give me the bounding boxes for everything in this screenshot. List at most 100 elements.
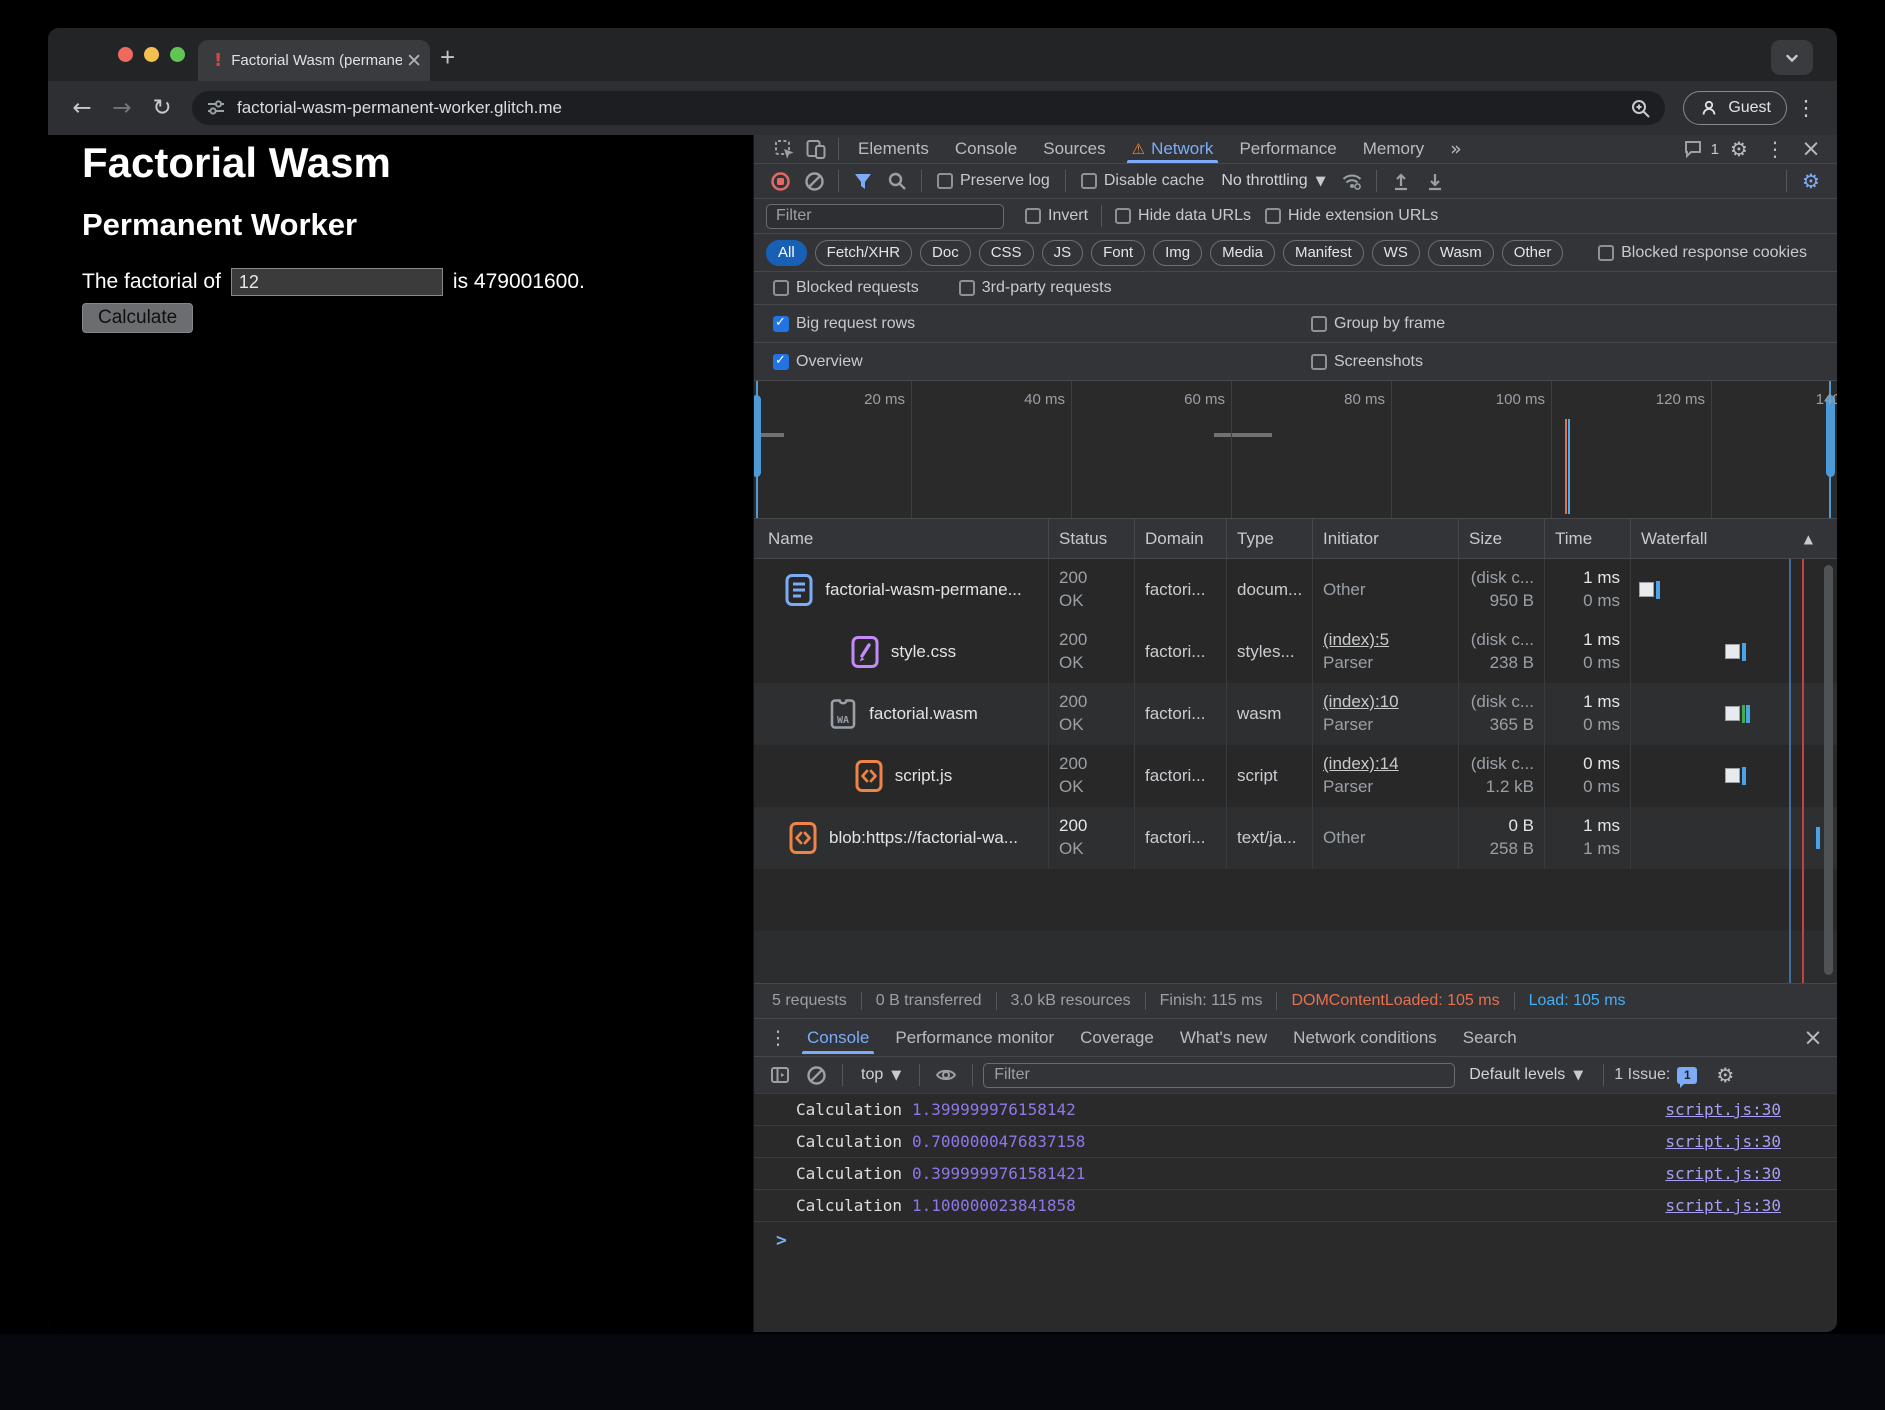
devtools-tab-sources[interactable]: Sources <box>1030 135 1118 163</box>
checkbox[interactable] <box>1025 208 1041 224</box>
column-header-domain[interactable]: Domain <box>1135 519 1227 558</box>
checkbox[interactable] <box>1115 208 1131 224</box>
network-request-row[interactable]: script.js200OKfactori...script(index):14… <box>754 745 1837 807</box>
filter-chip-manifest[interactable]: Manifest <box>1283 240 1364 266</box>
filter-chip-js[interactable]: JS <box>1042 240 1084 266</box>
initiator-link[interactable]: (index):5 <box>1323 629 1448 652</box>
devtools-tab-elements[interactable]: Elements <box>845 135 942 163</box>
search-icon[interactable] <box>881 167 913 195</box>
invert-checkbox[interactable]: Invert <box>1025 207 1088 225</box>
device-toolbar-icon[interactable] <box>800 135 832 163</box>
address-bar[interactable]: factorial-wasm-permanent-worker.glitch.m… <box>192 91 1665 125</box>
console-settings-icon[interactable]: ⚙ <box>1709 1061 1741 1089</box>
blocked-requests-checkbox[interactable]: Blocked requests <box>773 279 919 297</box>
checkbox[interactable] <box>773 316 789 332</box>
column-header-type[interactable]: Type <box>1227 519 1313 558</box>
network-request-row[interactable]: style.css200OKfactori...styles...(index)… <box>754 621 1837 683</box>
forward-button[interactable]: → <box>104 90 140 126</box>
checkbox[interactable] <box>773 280 789 296</box>
drawer-menu-icon[interactable]: ⋮ <box>762 1024 794 1052</box>
network-settings-gear-icon[interactable]: ⚙ <box>1795 167 1827 195</box>
disable-cache-checkbox[interactable]: Disable cache <box>1081 172 1205 190</box>
export-har-icon[interactable] <box>1419 167 1451 195</box>
filter-chip-img[interactable]: Img <box>1153 240 1202 266</box>
table-scrollbar[interactable] <box>1824 565 1833 975</box>
drawer-tab-what-s-new[interactable]: What's new <box>1167 1019 1280 1056</box>
selection-left-handle[interactable] <box>754 395 761 477</box>
console-source-link[interactable]: script.js:30 <box>1665 1164 1781 1183</box>
filter-chip-css[interactable]: CSS <box>979 240 1034 266</box>
console-context-select[interactable]: top ▼ <box>861 1066 901 1084</box>
checkbox[interactable] <box>773 354 789 370</box>
profile-button[interactable]: Guest <box>1683 91 1787 125</box>
console-source-link[interactable]: script.js:30 <box>1665 1196 1781 1215</box>
network-overview-timeline[interactable]: 20 ms40 ms60 ms80 ms100 ms120 ms140 ms <box>754 381 1837 519</box>
network-request-row[interactable]: blob:https://factorial-wa...200OKfactori… <box>754 807 1837 869</box>
devtools-tab-performance[interactable]: Performance <box>1226 135 1349 163</box>
column-header-waterfall[interactable]: Waterfall▲ <box>1631 519 1837 558</box>
reload-button[interactable]: ↻ <box>144 90 180 126</box>
network-conditions-icon[interactable] <box>1336 167 1368 195</box>
checkbox[interactable] <box>1311 316 1327 332</box>
initiator-link[interactable]: (index):10 <box>1323 691 1448 714</box>
drawer-close-icon[interactable]: × <box>1797 1024 1829 1052</box>
back-button[interactable]: ← <box>64 90 100 126</box>
devtools-menu-icon[interactable]: ⋮ <box>1759 135 1791 163</box>
console-messages-icon[interactable] <box>1677 135 1709 163</box>
drawer-tab-coverage[interactable]: Coverage <box>1067 1019 1167 1056</box>
browser-tab[interactable]: ! Factorial Wasm (permanent W ✕ <box>198 40 430 81</box>
filter-chip-font[interactable]: Font <box>1091 240 1145 266</box>
console-filter-input[interactable] <box>983 1063 1455 1088</box>
tab-close-icon[interactable]: ✕ <box>406 53 422 69</box>
more-tabs-button[interactable]: » <box>1437 135 1475 163</box>
blocked-response-cookies-checkbox[interactable]: Blocked response cookies <box>1598 244 1807 262</box>
factorial-input[interactable] <box>231 268 443 296</box>
inspect-element-icon[interactable] <box>768 135 800 163</box>
option-checkbox-big-request-rows[interactable]: Big request rows <box>773 315 915 333</box>
checkbox[interactable] <box>1598 245 1614 261</box>
devtools-tab-network[interactable]: ⚠Network <box>1119 135 1227 163</box>
new-tab-button[interactable]: + <box>440 42 455 73</box>
issues-counter[interactable]: 1 Issue: 1 <box>1614 1066 1697 1084</box>
option-checkbox-overview[interactable]: Overview <box>773 353 863 371</box>
devtools-settings-icon[interactable]: ⚙ <box>1723 135 1755 163</box>
throttling-select[interactable]: No throttling ▼ <box>1221 172 1325 190</box>
checkbox[interactable] <box>1265 208 1281 224</box>
minimize-window-button[interactable] <box>144 47 159 62</box>
maximize-window-button[interactable] <box>170 47 185 62</box>
checkbox[interactable] <box>1311 354 1327 370</box>
filter-chip-doc[interactable]: Doc <box>920 240 971 266</box>
import-har-icon[interactable] <box>1385 167 1417 195</box>
browser-menu-icon[interactable]: ⋮ <box>1791 96 1821 120</box>
initiator-link[interactable]: (index):14 <box>1323 753 1448 776</box>
option-checkbox-screenshots[interactable]: Screenshots <box>1311 353 1423 371</box>
column-header-time[interactable]: Time <box>1545 519 1631 558</box>
filter-chip-wasm[interactable]: Wasm <box>1428 240 1494 266</box>
hide-data-urls-checkbox[interactable]: Hide data URLs <box>1115 207 1251 225</box>
column-header-size[interactable]: Size <box>1459 519 1545 558</box>
console-sidebar-icon[interactable] <box>764 1061 796 1089</box>
preserve-log-checkbox[interactable]: Preserve log <box>937 172 1050 190</box>
third-party-requests-checkbox[interactable]: 3rd-party requests <box>959 279 1112 297</box>
network-filter-input[interactable] <box>766 204 1004 229</box>
network-request-row[interactable]: WAfactorial.wasm200OKfactori...wasm(inde… <box>754 683 1837 745</box>
calculate-button[interactable]: Calculate <box>82 303 193 333</box>
drawer-tab-network-conditions[interactable]: Network conditions <box>1280 1019 1450 1056</box>
column-header-status[interactable]: Status <box>1049 519 1135 558</box>
filter-chip-all[interactable]: All <box>766 240 807 266</box>
live-expression-eye-icon[interactable] <box>930 1061 962 1089</box>
console-source-link[interactable]: script.js:30 <box>1665 1132 1781 1151</box>
console-prompt[interactable]: > <box>754 1222 1837 1258</box>
record-network-log-icon[interactable] <box>764 167 796 195</box>
option-checkbox-group-by-frame[interactable]: Group by frame <box>1311 315 1445 333</box>
tab-search-chevron-button[interactable] <box>1771 40 1813 75</box>
clear-network-log-icon[interactable] <box>798 167 830 195</box>
checkbox[interactable] <box>959 280 975 296</box>
clear-console-icon[interactable] <box>800 1061 832 1089</box>
site-settings-icon[interactable] <box>206 98 226 118</box>
drawer-tab-performance-monitor[interactable]: Performance monitor <box>882 1019 1067 1056</box>
column-header-name[interactable]: Name <box>754 519 1049 558</box>
console-source-link[interactable]: script.js:30 <box>1665 1100 1781 1119</box>
log-levels-select[interactable]: Default levels ▼ <box>1469 1066 1583 1084</box>
filter-chip-fetch-xhr[interactable]: Fetch/XHR <box>815 240 912 266</box>
